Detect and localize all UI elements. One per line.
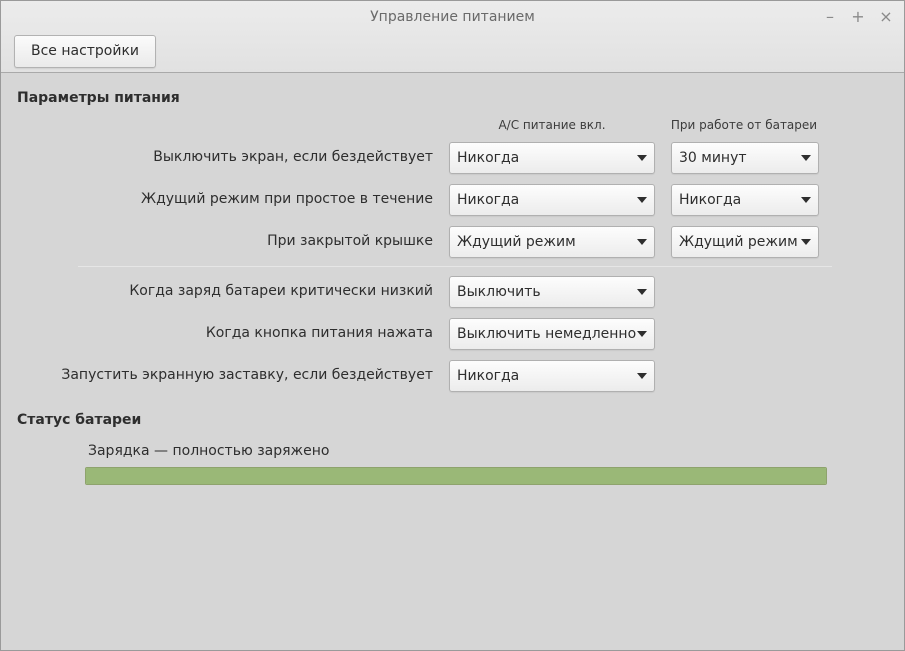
close-icon[interactable]: × — [876, 6, 896, 28]
dropdown-arrow-icon — [801, 197, 811, 203]
select-value: Никогда — [679, 192, 742, 208]
screen-off-ac-select[interactable]: Никогда — [449, 142, 655, 174]
screen-off-battery-select[interactable]: 30 минут — [671, 142, 819, 174]
row-label-screen-off: Выключить экран, если бездействует — [153, 149, 433, 165]
power-settings-heading: Параметры питания — [17, 90, 180, 106]
row-label-screensaver: Запустить экранную заставку, если бездей… — [61, 367, 433, 383]
dropdown-arrow-icon — [637, 239, 647, 245]
row-label-power-button: Когда кнопка питания нажата — [205, 325, 433, 341]
select-value: Никогда — [457, 368, 520, 384]
battery-status-text: Зарядка — полностью заряжено — [88, 443, 330, 459]
suspend-idle-battery-select[interactable]: Никогда — [671, 184, 819, 216]
power-management-window: Управление питанием – + × Все настройки … — [0, 0, 905, 651]
screensaver-select[interactable]: Никогда — [449, 360, 655, 392]
dropdown-arrow-icon — [637, 373, 647, 379]
dropdown-arrow-icon — [637, 289, 647, 295]
select-value: Выключить немедленно — [457, 326, 637, 342]
minimize-icon[interactable]: – — [820, 6, 840, 28]
dropdown-arrow-icon — [801, 239, 811, 245]
row-label-critical-battery: Когда заряд батареи критически низкий — [129, 283, 433, 299]
row-label-suspend-idle: Ждущий режим при простое в течение — [141, 191, 433, 207]
separator — [78, 266, 832, 267]
battery-level-fill — [86, 468, 826, 484]
dropdown-arrow-icon — [801, 155, 811, 161]
select-value: 30 минут — [679, 150, 747, 166]
window-title: Управление питанием — [370, 9, 535, 25]
dropdown-arrow-icon — [637, 155, 647, 161]
column-header-battery: При работе от батареи — [670, 118, 818, 132]
maximize-icon[interactable]: + — [848, 6, 868, 28]
battery-status-heading: Статус батареи — [17, 412, 142, 428]
select-value: Ждущий режим — [679, 234, 798, 250]
power-button-select[interactable]: Выключить немедленно — [449, 318, 655, 350]
select-value: Ждущий режим — [457, 234, 576, 250]
select-value: Никогда — [457, 150, 520, 166]
select-value: Никогда — [457, 192, 520, 208]
column-header-ac: A/C питание вкл. — [498, 118, 606, 132]
lid-close-battery-select[interactable]: Ждущий режим — [671, 226, 819, 258]
titlebar[interactable]: Управление питанием – + × Все настройки — [1, 1, 904, 73]
dropdown-arrow-icon — [637, 197, 647, 203]
battery-level-bar — [85, 467, 827, 485]
dropdown-arrow-icon — [637, 331, 647, 337]
row-label-lid-close: При закрытой крышке — [267, 233, 433, 249]
all-settings-button[interactable]: Все настройки — [14, 35, 156, 68]
lid-close-ac-select[interactable]: Ждущий режим — [449, 226, 655, 258]
critical-battery-select[interactable]: Выключить — [449, 276, 655, 308]
suspend-idle-ac-select[interactable]: Никогда — [449, 184, 655, 216]
select-value: Выключить — [457, 284, 541, 300]
